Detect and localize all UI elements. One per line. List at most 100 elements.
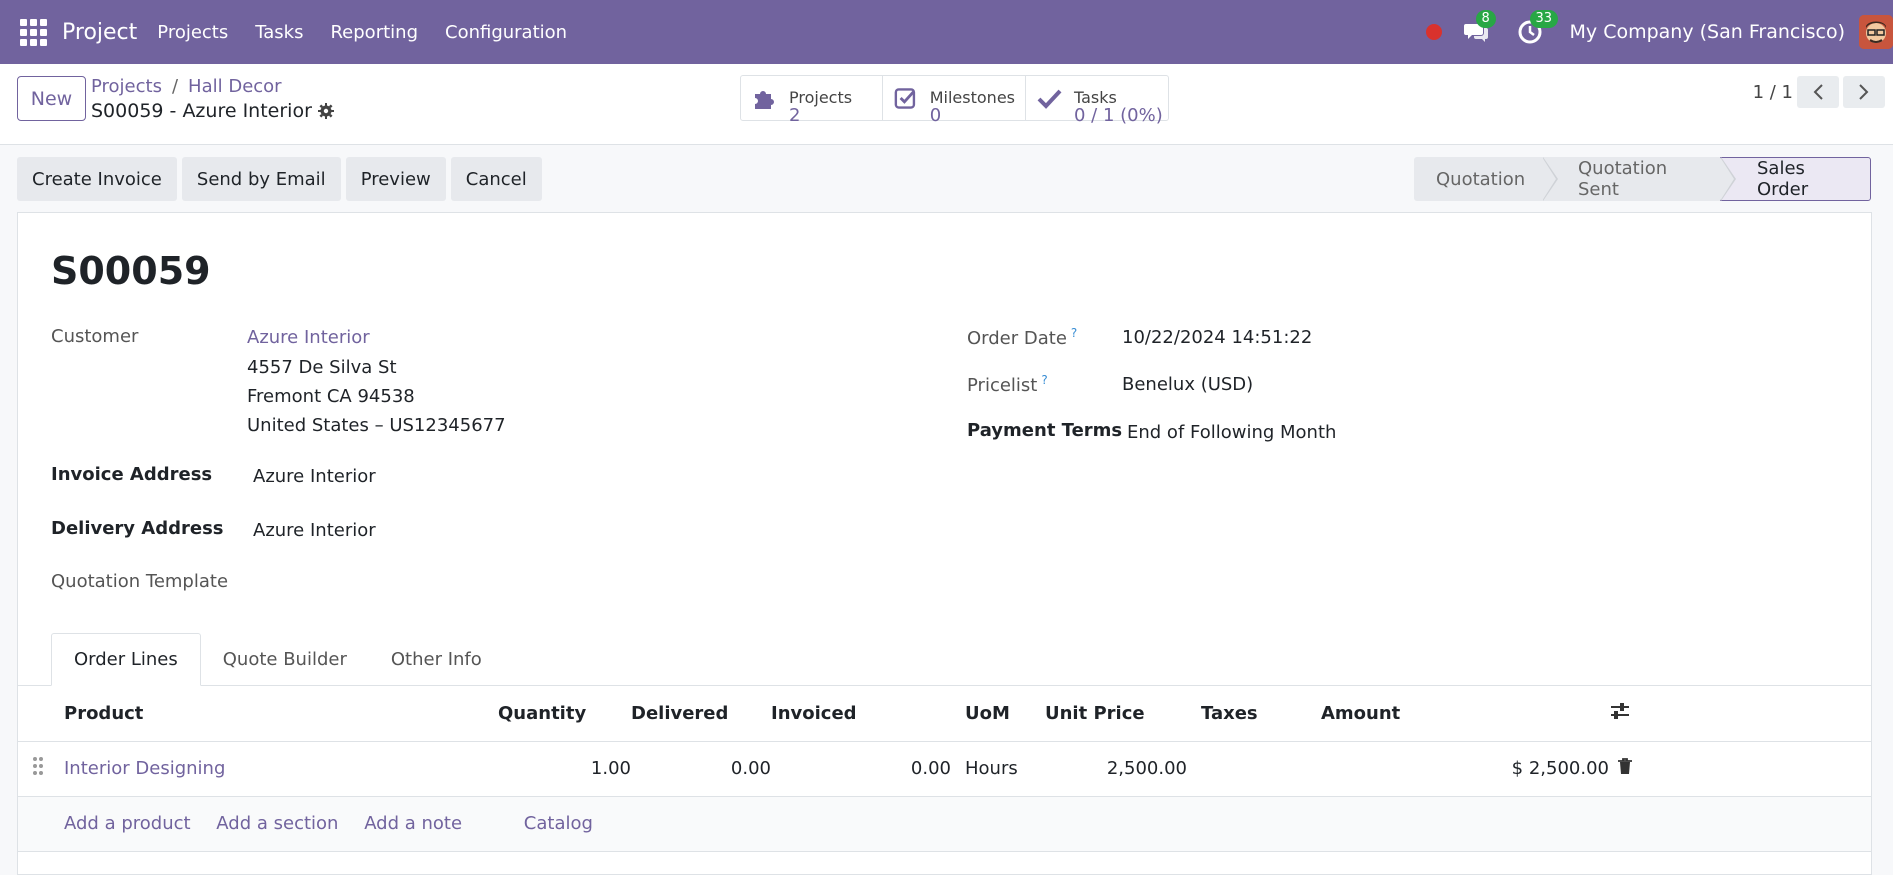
cell-taxes[interactable] [1201, 741, 1321, 797]
stage-sales-order[interactable]: Sales Order [1720, 157, 1871, 201]
gear-icon[interactable] [317, 103, 334, 119]
tab-order-lines[interactable]: Order Lines [51, 633, 201, 686]
new-button[interactable]: New [17, 76, 86, 121]
record-name: S00059 - Azure Interior [91, 100, 334, 122]
help-icon[interactable]: ? [1071, 326, 1077, 340]
control-panel: New Projects / Hall Decor S00059 - Azure I… [0, 64, 1893, 145]
check-square-icon [894, 88, 916, 109]
order-title: S00059 [51, 249, 211, 293]
cell-quantity[interactable]: 1.00 [498, 741, 631, 797]
activities-badge: 33 [1529, 10, 1559, 28]
drag-handle-icon[interactable] [32, 756, 44, 776]
cell-invoiced: 0.00 [771, 741, 951, 797]
delivery-address-field[interactable]: Azure Interior [253, 520, 376, 541]
column-product[interactable]: Product [64, 686, 498, 742]
stage-quotation-sent-label: Quotation Sent [1578, 158, 1668, 200]
column-taxes[interactable]: Taxes [1201, 686, 1321, 742]
breadcrumb: Projects / Hall Decor [91, 76, 282, 97]
trash-icon[interactable] [1617, 757, 1633, 775]
cell-unit-price[interactable]: 2,500.00 [1045, 741, 1187, 797]
create-invoice-button[interactable]: Create Invoice [17, 157, 177, 201]
customer-address-line: Fremont CA 94538 [247, 386, 415, 407]
sliders-icon [1611, 702, 1629, 719]
cell-uom[interactable]: Hours [965, 741, 1045, 797]
cell-delivered[interactable]: 0.00 [631, 741, 771, 797]
breadcrumb-projects[interactable]: Projects [91, 76, 162, 97]
delivery-address-label: Delivery Address [51, 518, 224, 539]
customer-field[interactable]: Azure Interior [247, 327, 370, 348]
chevron-left-icon [1813, 84, 1823, 100]
table-row[interactable]: Interior Designing 1.00 0.00 0.00 Hours … [18, 741, 1871, 797]
column-unit-price[interactable]: Unit Price [1045, 686, 1187, 742]
invoice-address-field[interactable]: Azure Interior [253, 466, 376, 487]
customer-label: Customer [51, 326, 139, 347]
column-amount[interactable]: Amount [1321, 686, 1609, 742]
pricelist-label: Pricelist? [967, 373, 1048, 396]
company-switcher[interactable]: My Company (San Francisco) [1570, 21, 1845, 43]
tasks-smart-button[interactable]: Tasks 0 / 1 (0%) [1026, 76, 1168, 125]
quotation-template-label: Quotation Template [51, 571, 229, 592]
payment-terms-field[interactable]: End of Following Month [1127, 422, 1336, 443]
cell-product[interactable]: Interior Designing [64, 741, 498, 797]
menu-reporting[interactable]: Reporting [330, 22, 418, 43]
column-quantity[interactable]: Quantity [498, 686, 631, 742]
activities-clock-icon[interactable]: 33 [1516, 10, 1559, 46]
order-date-field[interactable]: 10/22/2024 14:51:22 [1122, 327, 1312, 348]
top-navbar: Project Projects Tasks Reporting Configu… [0, 0, 1893, 64]
action-bar: Create Invoice Send by Email Preview Can… [17, 157, 547, 201]
menu-configuration[interactable]: Configuration [445, 22, 567, 43]
pager-previous-button[interactable] [1797, 76, 1839, 108]
send-by-email-button[interactable]: Send by Email [181, 157, 341, 201]
help-icon[interactable]: ? [1041, 373, 1047, 387]
user-avatar[interactable] [1859, 15, 1893, 49]
column-uom[interactable]: UoM [965, 686, 1045, 742]
add-section-link[interactable]: Add a section [216, 813, 338, 834]
status-bar: Quotation Quotation Sent Sales Order [1414, 157, 1871, 201]
add-note-link[interactable]: Add a note [364, 813, 462, 834]
chevron-right-icon [1859, 84, 1869, 100]
breadcrumb-separator: / [171, 76, 179, 97]
customer-address-line: United States – US12345677 [247, 415, 506, 436]
stage-quotation[interactable]: Quotation [1414, 157, 1558, 201]
tasks-smart-value: 0 / 1 (0%) [1074, 105, 1163, 126]
record-name-text: S00059 - Azure Interior [91, 100, 312, 122]
stage-quotation-label: Quotation [1436, 168, 1526, 190]
apps-menu-icon[interactable] [18, 17, 48, 47]
smart-buttons: Projects 2 Milestones 0 Tasks 0 / 1 (0%) [740, 75, 1169, 125]
milestones-smart-value: 0 [929, 105, 942, 126]
cancel-button[interactable]: Cancel [450, 157, 542, 201]
tab-other-info[interactable]: Other Info [369, 633, 504, 686]
milestones-smart-label: Milestones [929, 88, 1015, 107]
add-line-row: Add a product Add a section Add a note C… [18, 796, 1871, 852]
optional-columns-toggle[interactable] [1609, 686, 1659, 742]
table-header-row: Product Quantity Delivered Invoiced UoM … [18, 686, 1871, 742]
catalog-button[interactable]: Catalog [524, 813, 593, 834]
preview-button[interactable]: Preview [345, 157, 446, 201]
menu-tasks[interactable]: Tasks [255, 22, 303, 43]
column-invoiced[interactable]: Invoiced [771, 686, 951, 742]
order-lines-table: Product Quantity Delivered Invoiced UoM … [18, 686, 1871, 852]
projects-smart-button[interactable]: Projects 2 [741, 76, 883, 125]
column-delivered[interactable]: Delivered [631, 686, 771, 742]
stage-sales-order-label: Sales Order [1757, 158, 1809, 200]
puzzle-icon [755, 91, 774, 109]
messages-badge: 8 [1475, 10, 1496, 28]
invoice-address-label: Invoice Address [51, 464, 213, 485]
tab-quote-builder[interactable]: Quote Builder [201, 633, 369, 686]
menu-projects[interactable]: Projects [157, 22, 228, 43]
pager-value[interactable]: 1 / 1 [1753, 82, 1793, 103]
breadcrumb-hall-decor[interactable]: Hall Decor [188, 76, 282, 97]
form-sheet: S00059 Customer Azure Interior 4557 De S… [17, 212, 1872, 875]
milestones-smart-button[interactable]: Milestones 0 [883, 76, 1026, 125]
cell-amount: $ 2,500.00 [1321, 741, 1609, 797]
add-product-link[interactable]: Add a product [64, 813, 191, 834]
pricelist-field[interactable]: Benelux (USD) [1122, 374, 1253, 395]
stage-quotation-sent[interactable]: Quotation Sent [1542, 157, 1736, 201]
payment-terms-label: Payment Terms [967, 420, 1123, 441]
messages-icon[interactable]: 8 [1462, 10, 1496, 46]
app-brand[interactable]: Project [62, 20, 137, 45]
pager-next-button[interactable] [1843, 76, 1885, 108]
projects-smart-value: 2 [789, 105, 801, 126]
recording-indicator-icon[interactable] [1425, 24, 1442, 40]
notebook-tabs: Order Lines Quote Builder Other Info [51, 633, 504, 686]
